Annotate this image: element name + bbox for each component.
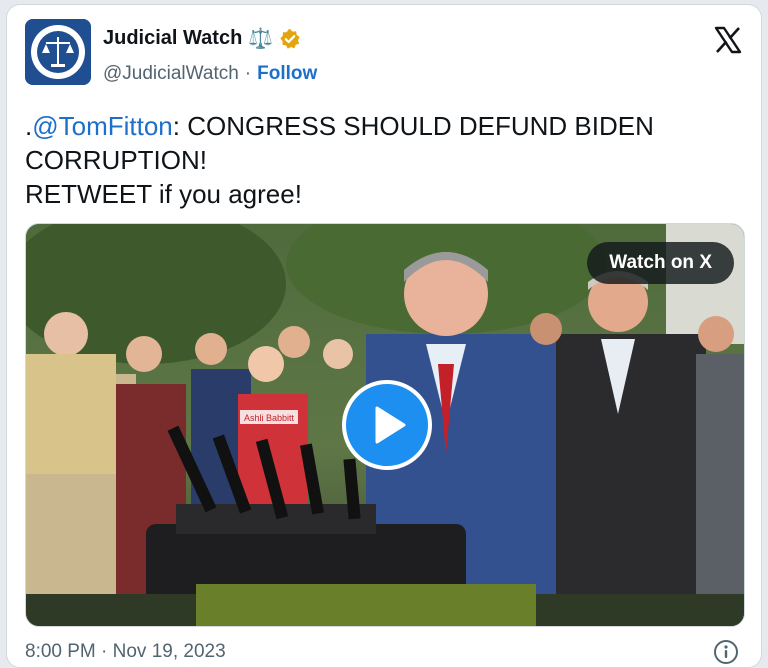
- handle-row: @JudicialWatch · Follow: [103, 63, 317, 85]
- tweet-text: .@TomFitton: CONGRESS SHOULD DEFUND BIDE…: [25, 109, 725, 211]
- timestamp[interactable]: 8:00 PM · Nov 19, 2023: [25, 641, 226, 663]
- watch-on-x-button[interactable]: Watch on X: [587, 242, 734, 284]
- mention-link[interactable]: @TomFitton: [32, 111, 173, 141]
- x-logo-icon[interactable]: [713, 25, 743, 55]
- play-button[interactable]: [342, 380, 432, 470]
- display-name[interactable]: Judicial Watch: [103, 27, 242, 50]
- handle[interactable]: @JudicialWatch: [103, 63, 239, 85]
- judicial-watch-seal-icon: [25, 19, 91, 85]
- scales-emoji: ⚖️: [248, 27, 274, 50]
- verified-badge-icon: [280, 28, 300, 49]
- avatar[interactable]: [25, 19, 91, 85]
- play-icon: [375, 406, 406, 444]
- tweet-line-2: CORRUPTION!: [25, 145, 207, 175]
- follow-button[interactable]: Follow: [257, 63, 317, 85]
- name-row: Judicial Watch ⚖️: [103, 27, 301, 50]
- tweet-line-3: RETWEET if you agree!: [25, 179, 302, 209]
- tweet-card: Judicial Watch ⚖️ @JudicialWatch · Follo…: [6, 4, 762, 668]
- separator: ·: [244, 63, 252, 84]
- tweet-line-1: .@TomFitton: CONGRESS SHOULD DEFUND BIDE…: [25, 109, 725, 143]
- video-player[interactable]: Ashli Babbitt Watch on X: [25, 223, 745, 627]
- info-icon[interactable]: [713, 639, 739, 665]
- protest-sign-text: Ashli Babbitt: [244, 413, 295, 423]
- tweet-line-1-text: : CONGRESS SHOULD DEFUND BIDEN: [172, 111, 654, 141]
